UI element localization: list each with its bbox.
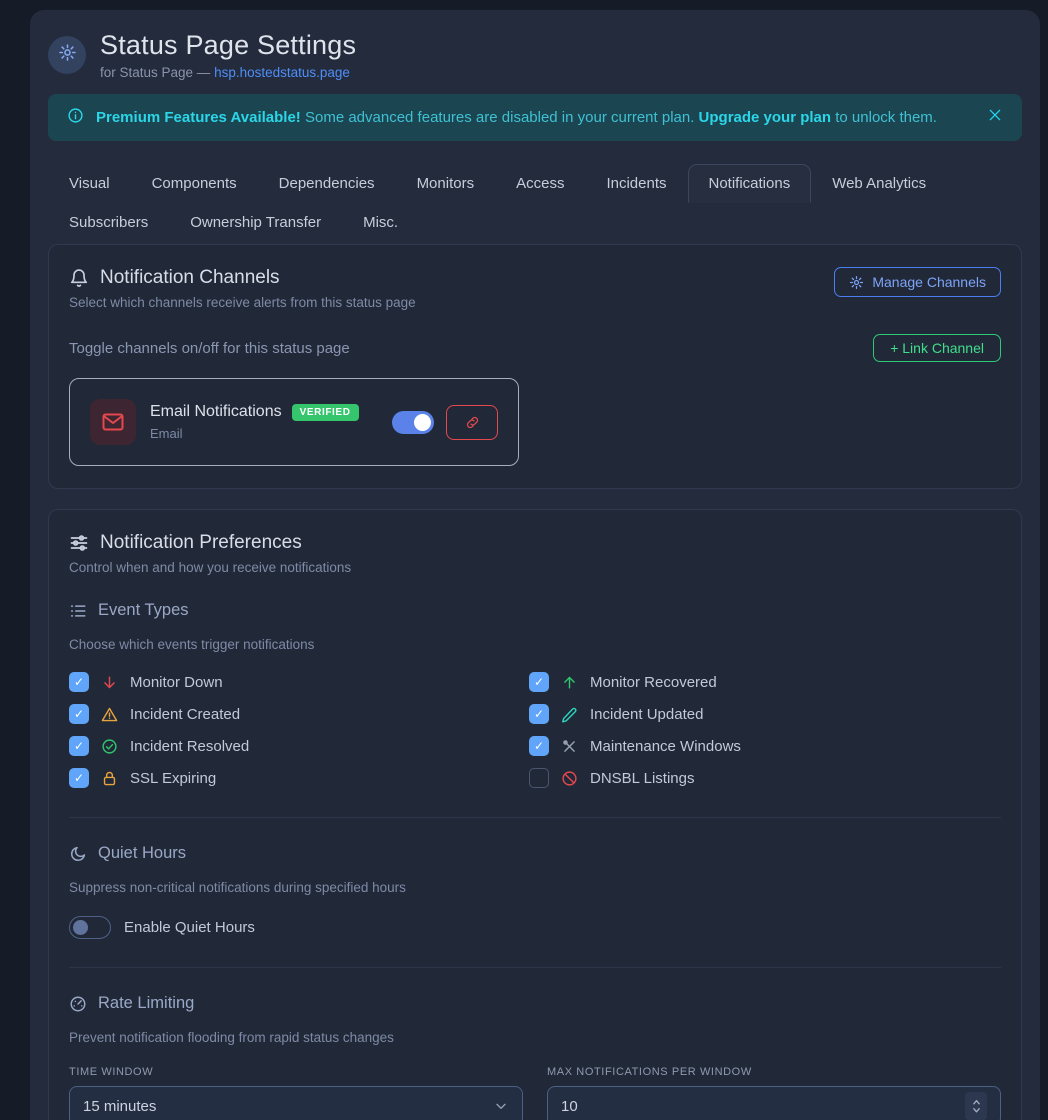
number-stepper[interactable]: [965, 1092, 987, 1120]
channels-title: Notification Channels: [100, 267, 280, 289]
tab-visual[interactable]: Visual: [48, 164, 131, 203]
notification-channels-card: Notification Channels Select which chann…: [48, 244, 1022, 489]
unlink-channel-button[interactable]: [446, 405, 498, 440]
banner-bold: Premium Features Available!: [96, 109, 301, 126]
event-type-item: ✓ Incident Resolved: [69, 735, 529, 757]
status-page-link[interactable]: hsp.hostedstatus.page: [214, 65, 350, 80]
event-type-item: ✓ Incident Updated: [529, 703, 1001, 725]
channels-subtitle: Select which channels receive alerts fro…: [69, 295, 416, 310]
event-type-label: Incident Created: [130, 706, 240, 723]
tab-monitors[interactable]: Monitors: [396, 164, 496, 203]
lock-icon: [101, 770, 118, 787]
event-types-heading: Event Types: [98, 601, 189, 620]
moon-icon: [69, 845, 87, 863]
tab-components[interactable]: Components: [131, 164, 258, 203]
link-icon: [465, 415, 480, 430]
tab-misc[interactable]: Misc.: [342, 203, 419, 242]
checkbox[interactable]: ✓: [69, 704, 89, 724]
sliders-icon: [69, 533, 89, 553]
channel-toggle[interactable]: [392, 411, 434, 434]
gear-icon: [48, 36, 86, 74]
event-type-item: ✓ Monitor Down: [69, 671, 529, 693]
event-type-item: ✓ SSL Expiring: [69, 767, 529, 789]
event-type-item: ✓ Incident Created: [69, 703, 529, 725]
warning-icon: [101, 706, 118, 723]
chevron-down-icon: [493, 1098, 509, 1114]
event-type-label: Incident Resolved: [130, 738, 249, 755]
event-types-desc: Choose which events trigger notification…: [69, 637, 1001, 652]
time-window-label: TIME WINDOW: [69, 1066, 523, 1078]
tab-access[interactable]: Access: [495, 164, 585, 203]
arrow-up-icon: [561, 674, 578, 691]
event-type-label: Monitor Recovered: [590, 674, 717, 691]
quiet-hours-desc: Suppress non-critical notifications duri…: [69, 880, 1001, 895]
page-title: Status Page Settings: [100, 30, 356, 61]
event-type-label: Maintenance Windows: [590, 738, 741, 755]
event-type-label: DNSBL Listings: [590, 770, 695, 787]
divider: [69, 967, 1001, 968]
tab-web-analytics[interactable]: Web Analytics: [811, 164, 947, 203]
event-type-item: ✓ Monitor Recovered: [529, 671, 1001, 693]
max-notifications-input[interactable]: 10: [547, 1086, 1001, 1120]
checkbox[interactable]: ✓: [69, 768, 89, 788]
link-channel-button[interactable]: + Link Channel: [873, 334, 1001, 362]
verified-badge: VERIFIED: [292, 404, 359, 421]
page-subtitle: for Status Page — hsp.hostedstatus.page: [100, 65, 356, 80]
checkbox[interactable]: ✓: [529, 672, 549, 692]
mail-icon: [90, 399, 136, 445]
event-type-label: Monitor Down: [130, 674, 223, 691]
channel-name: Email Notifications: [150, 403, 282, 421]
close-icon[interactable]: [987, 107, 1003, 128]
checkbox[interactable]: ✓: [529, 704, 549, 724]
time-window-select[interactable]: 15 minutes: [69, 1086, 523, 1120]
tab-bar: VisualComponentsDependenciesMonitorsAcce…: [48, 164, 1022, 242]
subtitle-prefix: for Status Page —: [100, 65, 214, 80]
quiet-hours-toggle[interactable]: [69, 916, 111, 939]
event-type-item: DNSBL Listings: [529, 767, 1001, 789]
settings-panel: Status Page Settings for Status Page — h…: [30, 10, 1040, 1120]
upgrade-plan-link[interactable]: Upgrade your plan: [699, 109, 832, 126]
rate-limiting-heading: Rate Limiting: [98, 994, 194, 1013]
event-types-grid: ✓ Monitor Down ✓ Monitor Recovered ✓ Incident…: [69, 671, 1001, 789]
checkbox[interactable]: [529, 768, 549, 788]
divider: [69, 817, 1001, 818]
arrow-down-icon: [101, 674, 118, 691]
gauge-icon: [69, 995, 87, 1013]
checkbox[interactable]: ✓: [69, 672, 89, 692]
gear-icon: [849, 275, 864, 290]
manage-channels-button[interactable]: Manage Channels: [834, 267, 1001, 297]
premium-banner: Premium Features Available! Some advance…: [48, 94, 1022, 141]
checkbox[interactable]: ✓: [69, 736, 89, 756]
max-notifications-label: MAX NOTIFICATIONS PER WINDOW: [547, 1066, 1001, 1078]
checkbox[interactable]: ✓: [529, 736, 549, 756]
tab-notifications[interactable]: Notifications: [688, 164, 812, 203]
tab-ownership-transfer[interactable]: Ownership Transfer: [169, 203, 342, 242]
pencil-icon: [561, 706, 578, 723]
toggle-hint: Toggle channels on/off for this status p…: [69, 340, 350, 357]
preferences-title: Notification Preferences: [100, 532, 302, 554]
bell-icon: [69, 268, 89, 288]
channel-type: Email: [150, 426, 359, 441]
preferences-subtitle: Control when and how you receive notific…: [69, 560, 1001, 575]
page-header: Status Page Settings for Status Page — h…: [48, 26, 1022, 80]
rate-limiting-desc: Prevent notification flooding from rapid…: [69, 1030, 1001, 1045]
channel-card-email: Email Notifications VERIFIED Email: [69, 378, 519, 466]
event-type-item: ✓ Maintenance Windows: [529, 735, 1001, 757]
info-icon: [67, 107, 84, 129]
tab-subscribers[interactable]: Subscribers: [48, 203, 169, 242]
tab-incidents[interactable]: Incidents: [585, 164, 687, 203]
list-icon: [69, 602, 87, 620]
ban-icon: [561, 770, 578, 787]
quiet-hours-toggle-label: Enable Quiet Hours: [124, 919, 255, 936]
notification-preferences-card: Notification Preferences Control when an…: [48, 509, 1022, 1120]
banner-text: Premium Features Available! Some advance…: [96, 109, 937, 126]
quiet-hours-heading: Quiet Hours: [98, 844, 186, 863]
tab-dependencies[interactable]: Dependencies: [258, 164, 396, 203]
event-type-label: SSL Expiring: [130, 770, 216, 787]
event-type-label: Incident Updated: [590, 706, 703, 723]
check-circle-icon: [101, 738, 118, 755]
tools-icon: [561, 738, 578, 755]
